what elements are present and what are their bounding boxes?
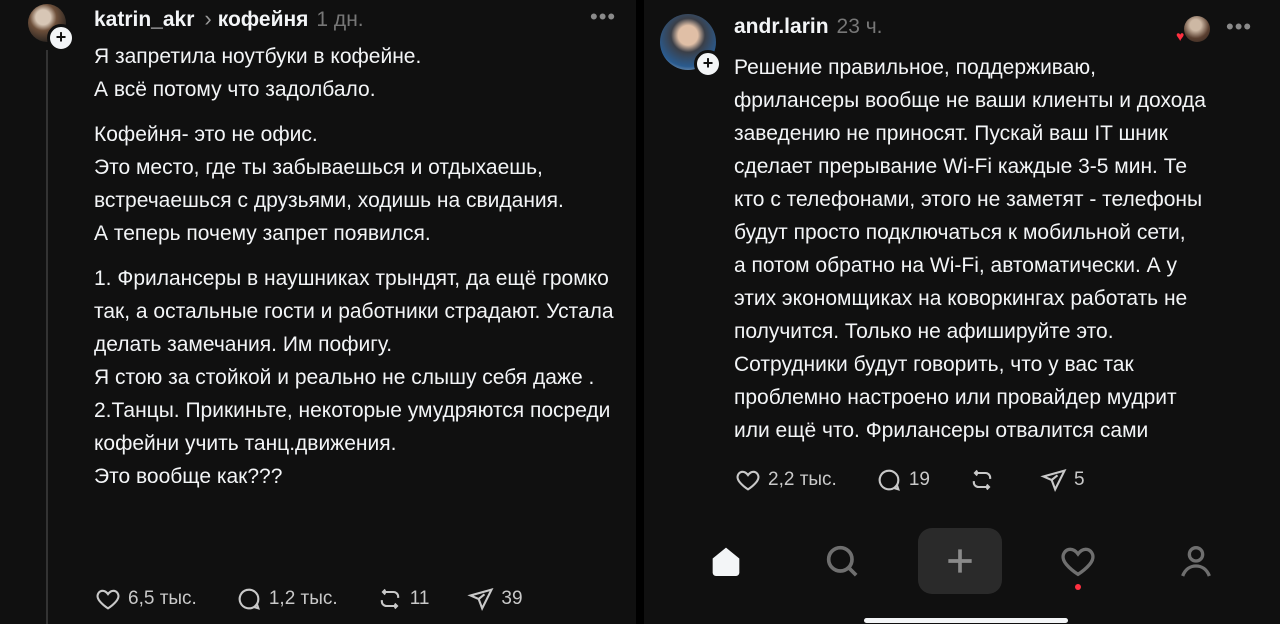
repost-icon xyxy=(380,588,399,610)
nav-create[interactable] xyxy=(918,528,1002,594)
post-header: katrin_akr › кофейня 1 дн. xyxy=(94,6,364,32)
share-count: 5 xyxy=(1073,469,1085,490)
post-line: получится. Только не афишируйте это. xyxy=(734,320,1114,343)
profile-icon xyxy=(1181,546,1211,577)
heart-icon xyxy=(96,589,120,610)
repost-count: 11 xyxy=(409,588,430,609)
thread-line xyxy=(46,50,48,624)
author-username[interactable]: katrin_akr xyxy=(94,8,194,32)
post-line: Кофейня- это не офис. xyxy=(94,123,318,146)
bottom-nav xyxy=(644,520,1280,624)
like-button[interactable]: 6,5 тыс. xyxy=(94,585,197,613)
activity-heart-icon xyxy=(1061,547,1095,577)
home-indicator xyxy=(864,618,1068,623)
more-options-icon[interactable]: ••• xyxy=(1226,16,1252,38)
repost-button[interactable]: 11 xyxy=(376,585,430,613)
send-icon xyxy=(467,588,494,611)
post-line: этих экономщиках на коворкингах работать… xyxy=(734,287,1188,310)
search-icon xyxy=(826,545,858,577)
author-username[interactable]: andr.larin xyxy=(734,15,829,39)
post-line: кто с телефонами, этого не заметят - тел… xyxy=(734,188,1203,211)
post-line: фрилансеры вообще не ваши клиенты и дохо… xyxy=(734,89,1206,112)
post-body: Я запретила ноутбуки в кофейне. А всё по… xyxy=(94,40,624,493)
post-time: 1 дн. xyxy=(316,8,364,31)
post-line: Это вообще как??? xyxy=(94,465,283,488)
share-button[interactable]: 39 xyxy=(467,585,523,613)
post-line: Это место, где ты забываешься и отдыхаеш… xyxy=(94,156,564,212)
liked-heart-icon: ♥ xyxy=(1176,28,1185,44)
post-line: будут просто подключаться к мобильной се… xyxy=(734,221,1186,244)
share-button[interactable]: 5 xyxy=(1040,466,1085,494)
comment-icon xyxy=(238,588,260,610)
repost-icon xyxy=(972,469,992,491)
create-icon xyxy=(948,549,972,573)
follow-plus-icon[interactable]: + xyxy=(47,24,75,52)
nav-profile[interactable] xyxy=(1154,528,1238,594)
liked-by-avatar xyxy=(1184,16,1210,42)
share-count: 39 xyxy=(501,588,523,609)
reply-button[interactable]: 1,2 тыс. xyxy=(235,585,338,613)
follow-plus-icon[interactable]: + xyxy=(694,50,722,78)
reply-button[interactable]: 19 xyxy=(875,466,930,494)
reply-count: 19 xyxy=(908,469,930,490)
post-time: 23 ч. xyxy=(836,15,883,38)
more-options-icon[interactable]: ••• xyxy=(590,6,616,28)
post-line: Решение правильное, поддерживаю, xyxy=(734,56,1096,79)
nav-home[interactable] xyxy=(684,528,768,594)
post-actions: 6,5 тыс. 1,2 тыс. 11 39 xyxy=(94,585,561,613)
home-icon xyxy=(712,547,740,576)
post-line: заведению не приносят. Пускай ваш IT шни… xyxy=(734,122,1168,145)
left-thread-panel: + katrin_akr › кофейня 1 дн. ••• Я запре… xyxy=(0,0,636,624)
post-line: 2.Танцы. Прикиньте, некоторые умудряются… xyxy=(94,399,611,455)
nav-search[interactable] xyxy=(800,528,884,594)
notification-dot xyxy=(1075,584,1081,590)
post-line: проблемно настроено или провайдер мудрит xyxy=(734,386,1177,409)
post-line: Я стою за стойкой и реально не слышу себ… xyxy=(94,366,595,389)
post-line: А всё потому что задолбало. xyxy=(94,78,376,101)
post-line: 1. Фрилансеры в наушниках трындят, да ещ… xyxy=(94,267,614,356)
chevron-right-icon: › xyxy=(204,6,212,31)
post-line: сделает прерывание Wi-Fi каждые 3-5 мин.… xyxy=(734,155,1188,178)
post-line: А теперь почему запрет появился. xyxy=(94,222,431,245)
heart-icon xyxy=(736,470,760,491)
reply-count: 1,2 тыс. xyxy=(268,588,338,609)
post-line: Я запретила ноутбуки в кофейне. xyxy=(94,45,422,68)
like-count: 2,2 тыс. xyxy=(768,469,837,490)
post-line: или ещё что. Фрилансеры отвалится сами xyxy=(734,419,1149,442)
comment-icon xyxy=(878,469,900,491)
send-icon xyxy=(1040,469,1067,492)
right-thread-panel: + andr.larin 23 ч. ♥ ••• Решение правиль… xyxy=(644,0,1280,624)
like-button[interactable]: 2,2 тыс. xyxy=(734,466,837,494)
like-count: 6,5 тыс. xyxy=(128,588,197,609)
repost-button[interactable] xyxy=(968,466,1002,494)
post-actions: 2,2 тыс. 19 5 xyxy=(734,466,1123,494)
topic-tag[interactable]: кофейня xyxy=(218,8,309,32)
post-header: andr.larin 23 ч. xyxy=(734,15,883,39)
post-line: Сотрудники будут говорить, что у вас так xyxy=(734,353,1134,376)
post-line: а потом обратно на Wi-Fi, автоматически.… xyxy=(734,254,1178,277)
post-body: Решение правильное, поддерживаю, фриланс… xyxy=(734,51,1264,447)
